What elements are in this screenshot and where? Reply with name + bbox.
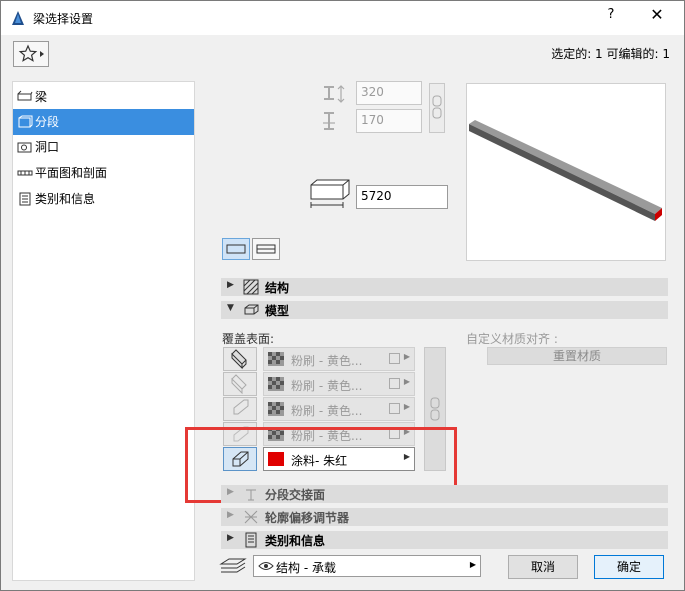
link-dimensions-button[interactable] <box>429 83 445 133</box>
beam-surface-icon <box>231 374 247 395</box>
help-button[interactable]: ? <box>602 7 620 22</box>
star-icon <box>18 44 44 62</box>
collapse-arrow-icon: ▼ <box>227 303 234 313</box>
expand-arrow-icon: ▶ <box>227 280 234 290</box>
segment-icon <box>18 115 33 128</box>
selection-info: 选定的: 1 可编辑的: 1 <box>551 47 670 61</box>
height-field[interactable]: 170 <box>356 109 422 133</box>
eye-icon <box>258 562 274 570</box>
plan-section-icon <box>17 170 33 176</box>
material-pattern-swatch <box>268 402 284 416</box>
app-logo-icon <box>12 11 24 25</box>
width-dimension-icon <box>324 85 345 103</box>
sidebar-item-label: 分段 <box>35 115 60 129</box>
surface-material-row[interactable]: 粉刷 - 黄色... ▶ <box>263 347 415 371</box>
segment-joint-section-header[interactable]: ▶ 分段交接面 <box>221 485 668 503</box>
cancel-button[interactable]: 取消 <box>508 555 578 579</box>
dropdown-arrow-icon: ▶ <box>469 560 476 569</box>
section-label: 轮廓偏移调节器 <box>265 511 350 525</box>
material-picker-icon <box>389 353 400 364</box>
section-label: 结构 <box>265 281 290 295</box>
custom-alignment-label: 自定义材质对齐 : <box>466 332 558 346</box>
section-label: 模型 <box>265 304 290 318</box>
beam-icon <box>17 90 33 101</box>
material-label: 粉刷 - 黄色... <box>291 404 363 418</box>
beam-surface-icon <box>231 349 247 370</box>
layer-select-value: 结构 - 承载 <box>276 561 336 575</box>
sidebar-item-label: 洞口 <box>35 140 60 154</box>
cover-surfaces-label: 覆盖表面: <box>222 332 275 346</box>
beam-surface-icon <box>233 399 249 415</box>
document-icon <box>245 532 257 548</box>
settings-sidebar: 梁 分段 洞口 平面图和剖面 类别和信息 <box>12 81 195 581</box>
sidebar-item-category-info[interactable]: 类别和信息 <box>13 186 194 212</box>
dropdown-arrow-icon: ▶ <box>403 402 410 411</box>
layer-select[interactable]: 结构 - 承载 ▶ <box>253 555 481 577</box>
surface-material-row[interactable]: 粉刷 - 黄色... ▶ <box>263 372 415 396</box>
material-picker-icon <box>389 378 400 389</box>
profile-offset-section-header[interactable]: ▶ 轮廓偏移调节器 <box>221 508 668 526</box>
sidebar-item-hole[interactable]: 洞口 <box>13 134 194 160</box>
width-field[interactable]: 320 <box>356 81 422 105</box>
rectangle-view-icon <box>226 244 246 254</box>
document-icon <box>19 192 31 206</box>
section-label: 分段交接面 <box>265 488 326 502</box>
window-title: 梁选择设置 <box>33 12 94 26</box>
material-pattern-swatch <box>268 377 284 391</box>
title-bar: 梁选择设置 ? ✕ <box>1 1 684 35</box>
beam-preview <box>466 83 666 261</box>
beam-length-icon <box>310 179 350 208</box>
structure-section-header[interactable]: ▶ 结构 <box>221 278 668 296</box>
sidebar-item-segment[interactable]: 分段 <box>13 109 194 135</box>
expand-arrow-icon: ▶ <box>227 533 234 543</box>
category-info-section-header[interactable]: ▶ 类别和信息 <box>221 531 668 549</box>
material-pattern-swatch <box>268 352 284 366</box>
joint-icon <box>246 489 256 501</box>
sidebar-item-label: 平面图和剖面 <box>35 166 108 180</box>
section-label: 类别和信息 <box>265 534 326 548</box>
material-picker-icon <box>389 403 400 414</box>
sidebar-item-label: 类别和信息 <box>35 192 96 206</box>
ok-button[interactable]: 确定 <box>594 555 664 579</box>
sidebar-item-label: 梁 <box>35 90 48 104</box>
material-label: 粉刷 - 黄色... <box>291 379 363 393</box>
beam-preview-drawing <box>469 120 662 221</box>
height-dimension-icon <box>323 112 335 130</box>
chain-link-icon <box>432 95 442 119</box>
sidebar-item-plan-section[interactable]: 平面图和剖面 <box>13 160 194 186</box>
view-section-button[interactable] <box>252 238 280 260</box>
favorites-button[interactable] <box>13 41 49 67</box>
surface-1-button[interactable] <box>223 347 257 371</box>
surface-3-button[interactable] <box>223 397 257 421</box>
section-view-icon <box>256 244 276 254</box>
material-label: 粉刷 - 黄色... <box>291 354 363 368</box>
hatch-icon <box>243 279 259 295</box>
profile-offset-icon <box>244 510 258 524</box>
dropdown-arrow-icon: ▶ <box>403 352 410 361</box>
close-button[interactable]: ✕ <box>647 5 667 24</box>
dropdown-arrow-icon: ▶ <box>403 377 410 386</box>
model-section-header[interactable]: ▼ 模型 <box>221 301 668 319</box>
view-3d-button[interactable] <box>222 238 250 260</box>
surface-2-button[interactable] <box>223 372 257 396</box>
hole-icon <box>17 142 32 153</box>
sidebar-item-beam[interactable]: 梁 <box>13 84 194 110</box>
layer-icon <box>219 558 247 573</box>
model-icon <box>244 304 259 315</box>
surface-material-row[interactable]: 粉刷 - 黄色... ▶ <box>263 397 415 421</box>
length-field[interactable]: 5720 <box>356 185 448 209</box>
dialog-window: 梁选择设置 ? ✕ 选定的: 1 可编辑的: 1 梁 分段 洞口 平面图和剖面 <box>0 0 685 591</box>
expand-arrow-icon: ▶ <box>227 487 234 497</box>
reset-material-button[interactable]: 重置材质 <box>487 347 667 365</box>
expand-arrow-icon: ▶ <box>227 510 234 520</box>
